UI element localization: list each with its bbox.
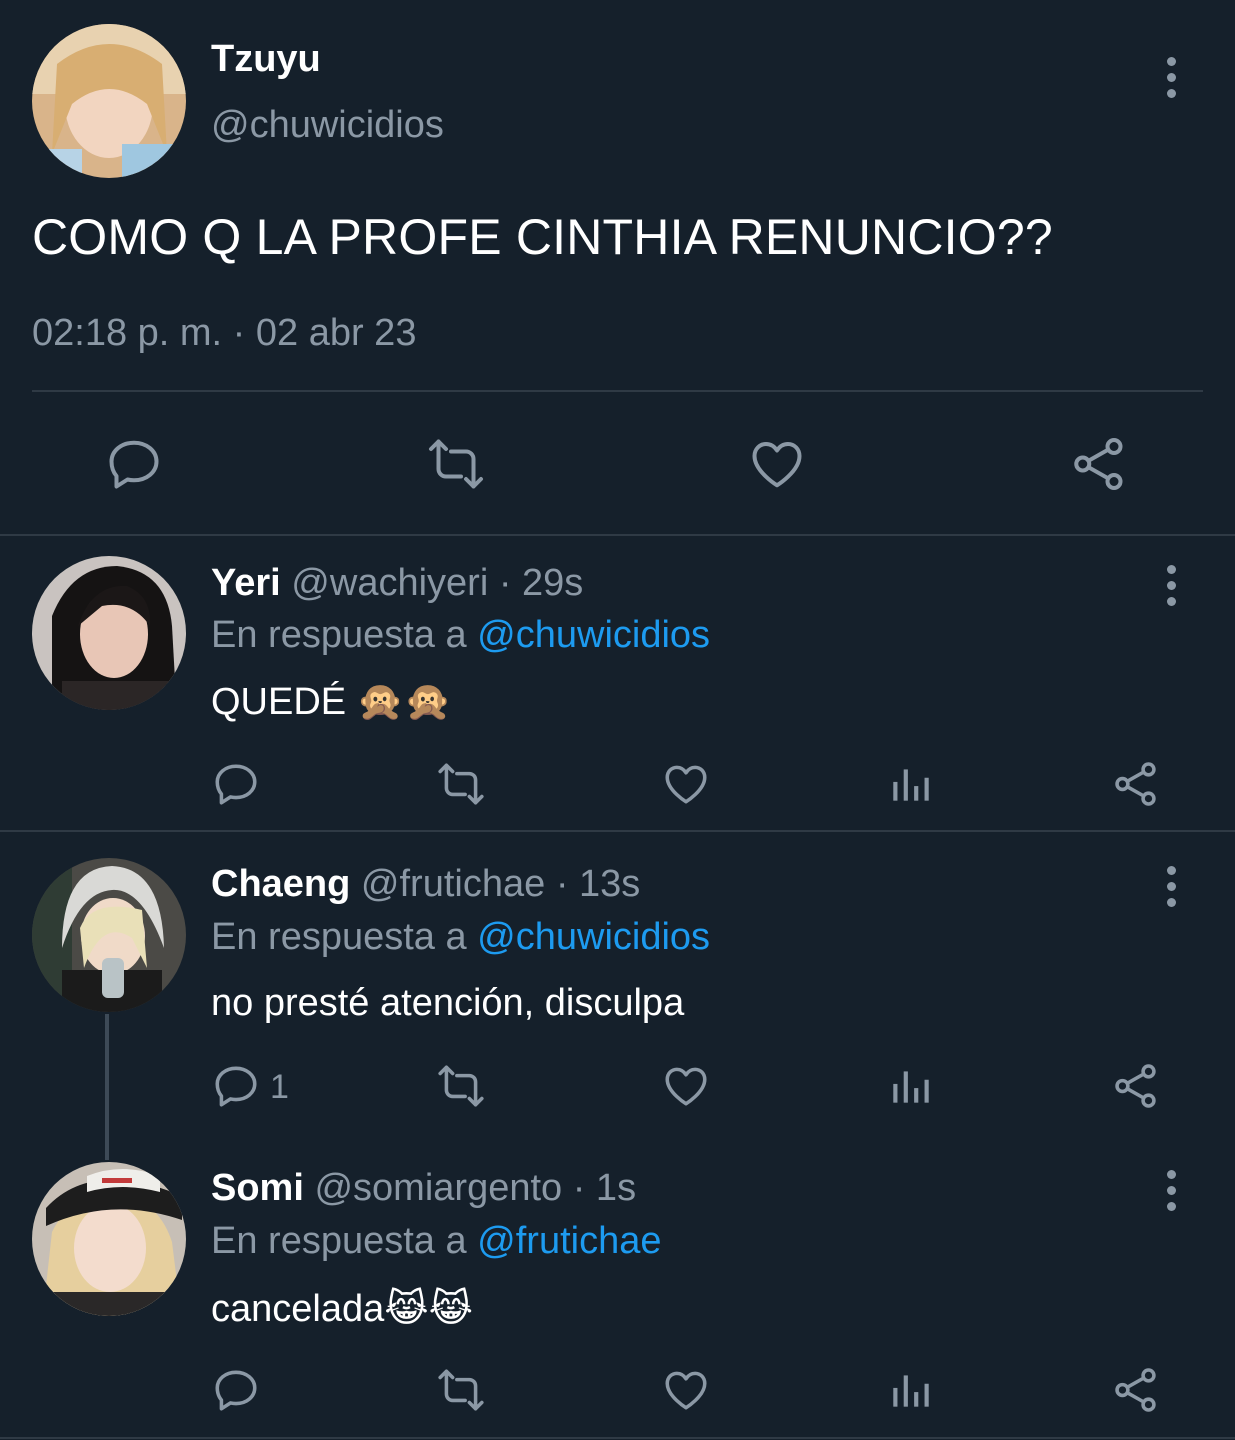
- share-icon[interactable]: [1111, 1061, 1161, 1111]
- divider: [0, 1437, 1235, 1439]
- share-icon[interactable]: [1111, 759, 1161, 809]
- author-handle[interactable]: @frutichae: [361, 863, 545, 905]
- like-icon[interactable]: [661, 1365, 711, 1415]
- main-tweet: Tzuyu @chuwicidios COMO Q LA PROFE CINTH…: [0, 0, 1235, 536]
- retweet-icon[interactable]: [436, 759, 486, 809]
- author-handle[interactable]: @somiargento: [314, 1167, 562, 1209]
- reply-tweet[interactable]: Yeri @wachiyeri · 29s En respuesta a @ch…: [0, 538, 1235, 830]
- author-name[interactable]: Yeri: [211, 562, 281, 604]
- like-icon[interactable]: [747, 434, 807, 494]
- retweet-icon[interactable]: [436, 1365, 486, 1415]
- more-options-icon[interactable]: [1164, 866, 1178, 910]
- analytics-icon[interactable]: [886, 759, 936, 809]
- retweet-icon[interactable]: [426, 434, 486, 494]
- more-options-icon[interactable]: [1164, 1170, 1178, 1214]
- retweet-icon[interactable]: [436, 1061, 486, 1111]
- author-handle[interactable]: @wachiyeri: [291, 562, 488, 604]
- reply-to-link[interactable]: @chuwicidios: [477, 916, 710, 958]
- avatar[interactable]: [32, 556, 186, 710]
- reply-icon[interactable]: [104, 434, 164, 494]
- more-options-icon[interactable]: [1164, 565, 1178, 609]
- like-icon[interactable]: [661, 1061, 711, 1111]
- analytics-icon[interactable]: [886, 1061, 936, 1111]
- reply-time: · 29s: [498, 562, 584, 604]
- author-handle[interactable]: @chuwicidios: [211, 104, 444, 147]
- analytics-icon[interactable]: [886, 1365, 936, 1415]
- divider: [32, 390, 1203, 392]
- reply-count: 1: [270, 1068, 289, 1106]
- tweet-text: COMO Q LA PROFE CINTHIA RENUNCIO??: [32, 209, 1053, 265]
- reply-tweet[interactable]: Chaeng @frutichae · 13s En respuesta a @…: [0, 832, 1235, 1132]
- reply-time: · 13s: [555, 863, 641, 905]
- reply-icon[interactable]: [211, 1061, 261, 1111]
- reply-to-link[interactable]: @chuwicidios: [477, 614, 710, 656]
- reply-icon[interactable]: [211, 1365, 261, 1415]
- share-icon[interactable]: [1069, 434, 1129, 494]
- reply-time: · 1s: [572, 1167, 637, 1209]
- reply-prefix: En respuesta a: [211, 614, 467, 656]
- reply-icon[interactable]: [211, 759, 261, 809]
- share-icon[interactable]: [1111, 1365, 1161, 1415]
- reply-text: cancelada😹😹: [211, 1288, 474, 1330]
- reply-text: QUEDÉ 🙊🙊: [211, 681, 452, 723]
- reply-tweet[interactable]: Somi @somiargento · 1s En respuesta a @f…: [0, 1136, 1235, 1438]
- avatar[interactable]: [32, 1162, 186, 1316]
- tweet-timestamp[interactable]: 02:18 p. m. · 02 abr 23: [32, 312, 416, 355]
- reply-prefix: En respuesta a: [211, 1220, 467, 1262]
- author-name[interactable]: Somi: [211, 1167, 304, 1209]
- reply-to-link[interactable]: @frutichae: [477, 1220, 661, 1262]
- reply-prefix: En respuesta a: [211, 916, 467, 958]
- avatar[interactable]: [32, 858, 186, 1012]
- avatar[interactable]: [32, 24, 186, 178]
- author-name[interactable]: Chaeng: [211, 863, 350, 905]
- more-options-icon[interactable]: [1164, 57, 1178, 101]
- reply-text: no presté atención, disculpa: [211, 982, 685, 1024]
- like-icon[interactable]: [661, 759, 711, 809]
- author-name[interactable]: Tzuyu: [211, 38, 321, 81]
